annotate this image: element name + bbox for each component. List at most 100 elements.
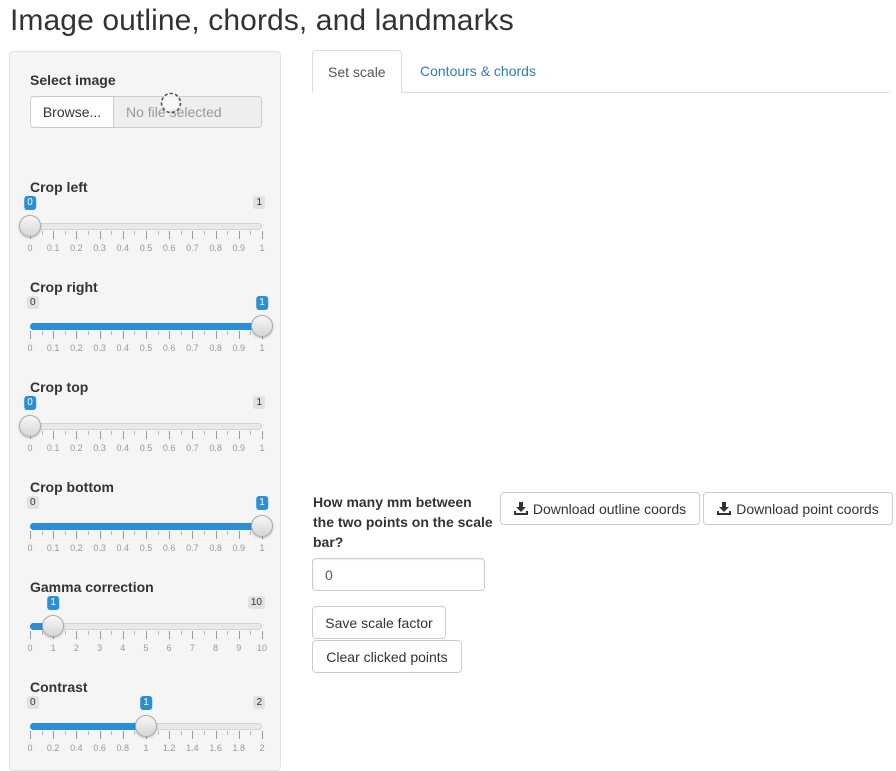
min-badge: 0: [27, 296, 39, 309]
tick-label: 3: [97, 643, 103, 653]
slider-track[interactable]: [30, 223, 262, 230]
major-tick: [192, 631, 193, 639]
tick-label: 0.1: [46, 543, 60, 553]
major-tick: [76, 531, 77, 539]
tick-label: 6: [166, 643, 172, 653]
minor-tick: [65, 531, 66, 535]
gamma-correction-slider[interactable]: 0 1 2 3 4 5 6 7 8 9 10 10 1: [27, 596, 267, 656]
minor-tick: [88, 431, 89, 435]
minor-tick: [204, 631, 205, 635]
major-tick: [262, 731, 263, 739]
slider-track[interactable]: [30, 623, 262, 630]
min-badge: 0: [27, 696, 39, 709]
tick-label: 1: [259, 543, 265, 553]
slider-handle[interactable]: [251, 515, 273, 537]
minor-tick: [158, 531, 159, 535]
minor-tick: [158, 731, 159, 735]
tick-label: 4: [120, 643, 126, 653]
major-tick: [239, 431, 240, 439]
slider-handle[interactable]: [135, 715, 157, 737]
busy-spinner-icon: [160, 92, 182, 114]
major-tick: [53, 331, 54, 339]
tick-label: 1.8: [232, 743, 246, 753]
tick-label: 0.2: [70, 243, 83, 253]
major-tick: [100, 431, 101, 439]
tick-label: 0.3: [93, 443, 106, 453]
contrast-label: Contrast: [30, 679, 88, 695]
crop-bottom-label: Crop bottom: [30, 479, 114, 495]
slider-handle[interactable]: [19, 415, 41, 437]
major-tick: [53, 431, 54, 439]
tick-label: 10: [256, 643, 268, 653]
minor-tick: [88, 231, 89, 235]
major-tick: [30, 331, 31, 339]
tick-label: 0.4: [116, 343, 130, 353]
download-point-button[interactable]: Download point coords: [703, 492, 893, 525]
tick-label: 0: [27, 543, 33, 553]
select-image-label: Select image: [30, 72, 116, 88]
file-input-group[interactable]: Browse... No file selected: [30, 96, 262, 128]
major-tick: [100, 231, 101, 239]
minor-tick: [181, 231, 182, 235]
crop-bottom-slider[interactable]: 0 0.1 0.2 0.3 0.4 0.5 0.6 0.7 0.8 0.9 1 0 1: [27, 496, 273, 556]
slider-handle[interactable]: [251, 315, 273, 337]
download-icon: [717, 502, 732, 515]
crop-right-slider[interactable]: 0 0.1 0.2 0.3 0.4 0.5 0.6 0.7 0.8 0.9 1 0 1: [27, 296, 273, 356]
clear-points-button[interactable]: Clear clicked points: [312, 640, 462, 673]
slider-track[interactable]: [30, 423, 262, 430]
tab-contours-chords[interactable]: Contours & chords: [405, 50, 551, 92]
minor-tick: [134, 331, 135, 335]
tick-label: 0.2: [70, 543, 83, 553]
tick-label: 0.9: [232, 243, 246, 253]
tick-label: 1: [143, 743, 149, 753]
major-tick: [169, 531, 170, 539]
minor-tick: [227, 231, 228, 235]
major-tick: [100, 331, 101, 339]
major-tick: [169, 231, 170, 239]
browse-button[interactable]: Browse...: [30, 96, 114, 128]
minor-tick: [134, 431, 135, 435]
crop-top-slider[interactable]: 0 0.1 0.2 0.3 0.4 0.5 0.6 0.7 0.8 0.9 1 1 0: [19, 396, 265, 456]
minor-tick: [65, 731, 66, 735]
minor-tick: [42, 731, 43, 735]
tick-label: 0.5: [139, 543, 153, 553]
minor-tick: [134, 531, 135, 535]
minor-tick: [111, 431, 112, 435]
slider-handle[interactable]: [19, 215, 41, 237]
major-tick: [216, 731, 217, 739]
minor-tick: [181, 331, 182, 335]
tick-label: 0.1: [46, 443, 60, 453]
slider-ticks: [30, 631, 263, 639]
major-tick: [216, 531, 217, 539]
major-tick: [239, 631, 240, 639]
major-tick: [123, 631, 124, 639]
download-outline-label: Download outline coords: [532, 500, 687, 517]
major-tick: [239, 731, 240, 739]
minor-tick: [88, 631, 89, 635]
download-point-label: Download point coords: [736, 500, 879, 517]
major-tick: [76, 631, 77, 639]
tab-set-scale[interactable]: Set scale: [312, 50, 402, 93]
major-tick: [169, 731, 170, 739]
major-tick: [123, 431, 124, 439]
major-tick: [169, 631, 170, 639]
slider-ticks: [30, 231, 263, 239]
mm-distance-input[interactable]: 0: [312, 558, 485, 591]
minor-tick: [65, 431, 66, 435]
download-icon: [513, 502, 528, 515]
slider-ticks: [30, 331, 263, 339]
major-tick: [239, 231, 240, 239]
tick-label: 0: [27, 343, 33, 353]
minor-tick: [111, 331, 112, 335]
crop-left-slider[interactable]: 0 0.1 0.2 0.3 0.4 0.5 0.6 0.7 0.8 0.9 1 1 0: [19, 196, 265, 256]
minor-tick: [204, 331, 205, 335]
major-tick: [53, 231, 54, 239]
download-outline-button[interactable]: Download outline coords: [500, 492, 700, 525]
save-scale-button[interactable]: Save scale factor: [312, 606, 446, 639]
minor-tick: [42, 331, 43, 335]
tick-label: 0.3: [93, 243, 106, 253]
tick-label: 0.2: [70, 343, 83, 353]
minor-tick: [181, 531, 182, 535]
minor-tick: [88, 531, 89, 535]
contrast-slider[interactable]: 0 0.2 0.4 0.6 0.8 1 1.2 1.4 1.6 1.8 2 0 2 1: [27, 696, 265, 756]
